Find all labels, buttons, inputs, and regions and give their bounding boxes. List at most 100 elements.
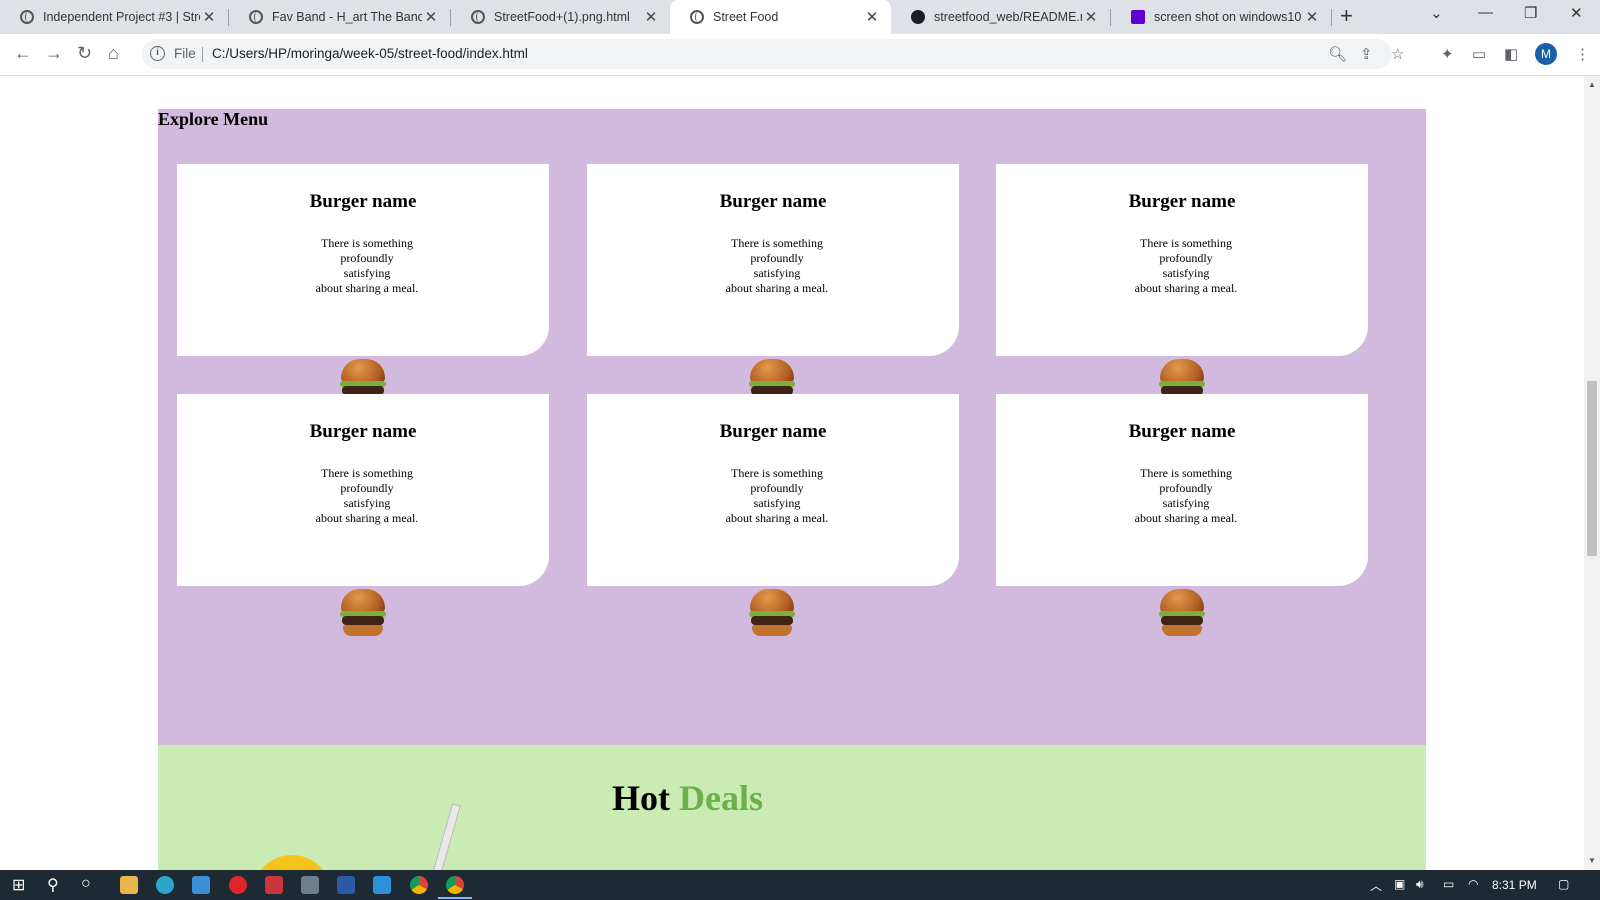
close-tab-icon[interactable]: ✕ <box>1082 8 1100 26</box>
menu-card: Burger name There is something profoundl… <box>587 164 959 356</box>
burger-image <box>340 589 386 637</box>
card-title: Burger name <box>309 421 417 442</box>
media-app-icon[interactable] <box>265 876 283 894</box>
more-menu-icon[interactable]: ⋮ <box>1575 45 1590 63</box>
store-icon[interactable] <box>301 876 319 894</box>
scroll-up-arrow-icon[interactable]: ▲ <box>1588 80 1596 89</box>
side-panel-icon[interactable]: ◧ <box>1504 45 1518 63</box>
card-description: There is something profoundly satisfying… <box>315 236 419 295</box>
globe-icon <box>20 10 34 24</box>
card-description: There is something profoundly satisfying… <box>725 466 829 525</box>
windows-start-icon[interactable]: ⊞ <box>12 875 25 895</box>
card-title: Burger name <box>719 421 827 442</box>
card-description: There is something profoundly satisfying… <box>1134 466 1238 525</box>
opera-icon[interactable] <box>229 876 247 894</box>
cast-icon[interactable]: ▭ <box>1472 45 1486 63</box>
close-tab-icon[interactable]: ✕ <box>422 8 440 26</box>
burger-image <box>749 589 795 637</box>
tab-streetfood-png[interactable]: StreetFood+(1).png.html ✕ <box>451 0 670 34</box>
card-title: Burger name <box>309 191 417 212</box>
card-description: There is something profoundly satisfying… <box>315 466 419 525</box>
page-viewport: Explore Menu Burger name There is someth… <box>0 76 1584 870</box>
task-view-icon[interactable]: ○ <box>81 875 91 893</box>
card-title: Burger name <box>719 191 827 212</box>
bookmark-star-icon[interactable]: ☆ <box>1391 45 1404 63</box>
chrome-icon[interactable] <box>410 876 428 894</box>
card-title: Burger name <box>1128 421 1236 442</box>
back-arrow-icon[interactable]: ← <box>14 43 32 64</box>
scrollbar-thumb[interactable] <box>1587 381 1597 556</box>
close-tab-icon[interactable]: ✕ <box>1303 8 1321 26</box>
chrome-active-icon[interactable] <box>446 876 464 894</box>
profile-avatar[interactable]: M <box>1535 43 1557 65</box>
menu-card: Burger name There is something profoundl… <box>996 394 1368 586</box>
menu-card: Burger name There is something profoundl… <box>996 164 1368 356</box>
wifi-icon[interactable]: ◠ <box>1468 877 1478 891</box>
globe-icon <box>690 10 704 24</box>
browser-tab-strip: Independent Project #3 | Stree ✕ Fav Ban… <box>0 0 1600 34</box>
new-tab-button[interactable]: + <box>1340 3 1353 29</box>
tab-title: Fav Band - H_art The Band <box>272 10 422 24</box>
extensions-puzzle-icon[interactable]: ✦ <box>1441 45 1454 63</box>
tab-street-food[interactable]: Street Food ✕ <box>670 0 891 34</box>
hot-deals-title: Hot Deals <box>612 777 763 819</box>
battery-icon[interactable]: ▭ <box>1443 877 1454 891</box>
close-window-icon[interactable]: ✕ <box>1570 4 1583 22</box>
info-icon[interactable]: i <box>150 46 165 61</box>
explore-menu-section: Explore Menu Burger name There is someth… <box>158 109 1426 745</box>
address-url[interactable]: C:/Users/HP/moringa/week-05/street-food/… <box>212 46 528 61</box>
forward-arrow-icon[interactable]: → <box>45 43 63 64</box>
restore-icon[interactable]: ❐ <box>1524 4 1537 22</box>
active-app-indicator <box>438 897 472 899</box>
burger-image <box>1159 589 1205 637</box>
address-divider <box>202 47 203 62</box>
card-description: There is something profoundly satisfying… <box>1134 236 1238 295</box>
close-tab-icon[interactable]: ✕ <box>642 8 660 26</box>
close-tab-icon[interactable]: ✕ <box>863 8 881 26</box>
tab-yahoo-search[interactable]: screen shot on windows10 - Y ✕ <box>1111 0 1331 34</box>
deals-title-main: Hot <box>612 778 670 818</box>
reload-icon[interactable]: ↻ <box>77 43 92 64</box>
tab-github-readme[interactable]: streetfood_web/README.md ✕ <box>891 0 1110 34</box>
mail-icon[interactable] <box>192 876 210 894</box>
browser-toolbar: ← → ↻ ⌂ i File C:/Users/HP/moringa/week-… <box>0 34 1600 76</box>
tab-independent-project[interactable]: Independent Project #3 | Stree ✕ <box>0 0 228 34</box>
scheme-label: File <box>174 46 196 61</box>
minimize-icon[interactable]: — <box>1478 4 1493 21</box>
card-description: There is something profoundly satisfying… <box>725 236 829 295</box>
word-icon[interactable] <box>337 876 355 894</box>
vscode-icon[interactable] <box>373 876 391 894</box>
notifications-icon[interactable]: ▢ <box>1558 877 1569 891</box>
volume-icon[interactable]: 🔊︎ <box>1416 877 1424 892</box>
address-bar[interactable]: i File C:/Users/HP/moringa/week-05/stree… <box>142 39 1404 69</box>
share-icon[interactable]: ⇪ <box>1360 45 1373 63</box>
tab-search-chevron-icon[interactable]: ⌄ <box>1430 4 1443 22</box>
menu-card: Burger name There is something profoundl… <box>177 394 549 586</box>
file-explorer-icon[interactable] <box>120 876 138 894</box>
page-scrollbar[interactable]: ▲ ▼ <box>1584 76 1600 870</box>
tab-title: Independent Project #3 | Stree <box>43 10 200 24</box>
yahoo-icon <box>1131 10 1145 24</box>
menu-heading: Explore Menu <box>158 109 269 129</box>
tab-title: streetfood_web/README.md <box>934 10 1082 24</box>
menu-card: Burger name There is something profoundl… <box>587 394 959 586</box>
card-title: Burger name <box>1128 191 1236 212</box>
search-icon[interactable]: ⚲ <box>47 875 59 895</box>
tab-separator <box>1331 9 1332 26</box>
hot-deals-section: Hot Deals <box>158 745 1426 870</box>
tab-title: screen shot on windows10 - Y <box>1154 10 1303 24</box>
tab-title: Street Food <box>713 10 779 24</box>
tab-title: StreetFood+(1).png.html <box>494 10 630 24</box>
meet-now-icon[interactable]: ▣ <box>1394 877 1405 891</box>
tab-fav-band[interactable]: Fav Band - H_art The Band ✕ <box>229 0 450 34</box>
scroll-down-arrow-icon[interactable]: ▼ <box>1588 856 1596 865</box>
tray-chevron-icon[interactable]: ︿ <box>1370 877 1382 894</box>
taskbar-clock[interactable]: 8:31 PM <box>1492 878 1537 892</box>
zoom-icon[interactable]: 🔍︎ <box>1328 45 1347 63</box>
close-tab-icon[interactable]: ✕ <box>200 8 218 26</box>
menu-card: Burger name There is something profoundl… <box>177 164 549 356</box>
edge-icon[interactable] <box>156 876 174 894</box>
drink-cup-image <box>252 855 332 870</box>
home-icon[interactable]: ⌂ <box>108 43 119 64</box>
deals-title-accent: Deals <box>679 778 763 818</box>
